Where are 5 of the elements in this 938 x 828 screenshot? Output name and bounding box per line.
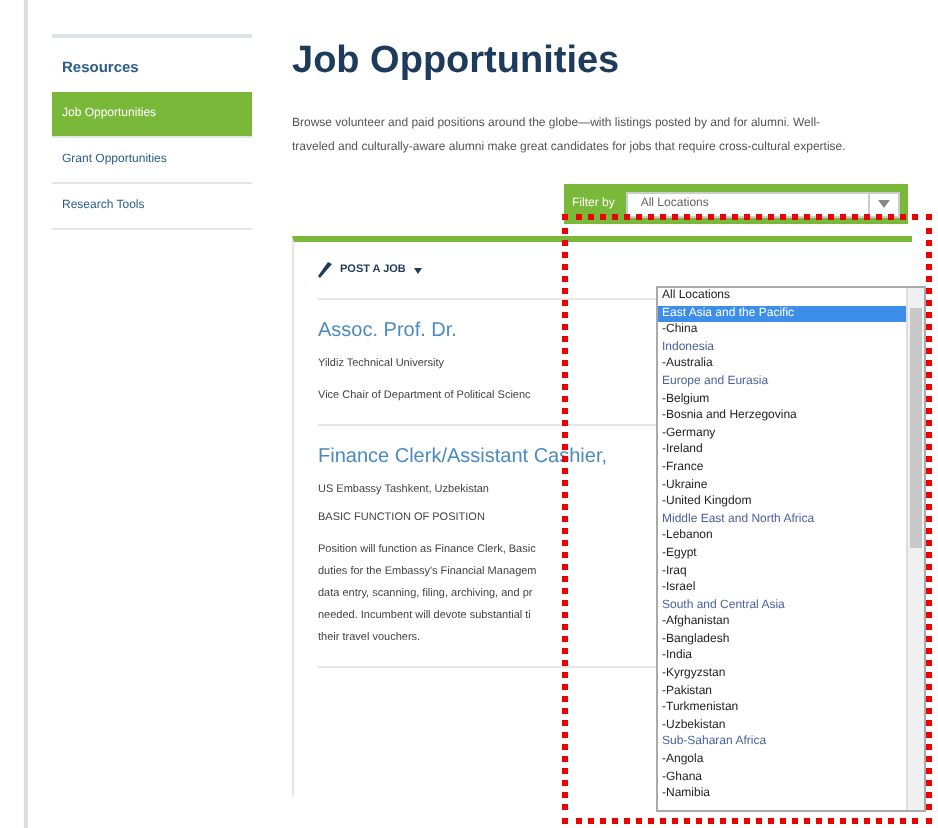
pencil-icon <box>318 262 332 278</box>
scrollbar[interactable] <box>906 288 924 810</box>
page-title: Job Opportunities <box>292 40 622 84</box>
caret-icon <box>878 200 890 208</box>
caret-icon <box>413 267 422 273</box>
